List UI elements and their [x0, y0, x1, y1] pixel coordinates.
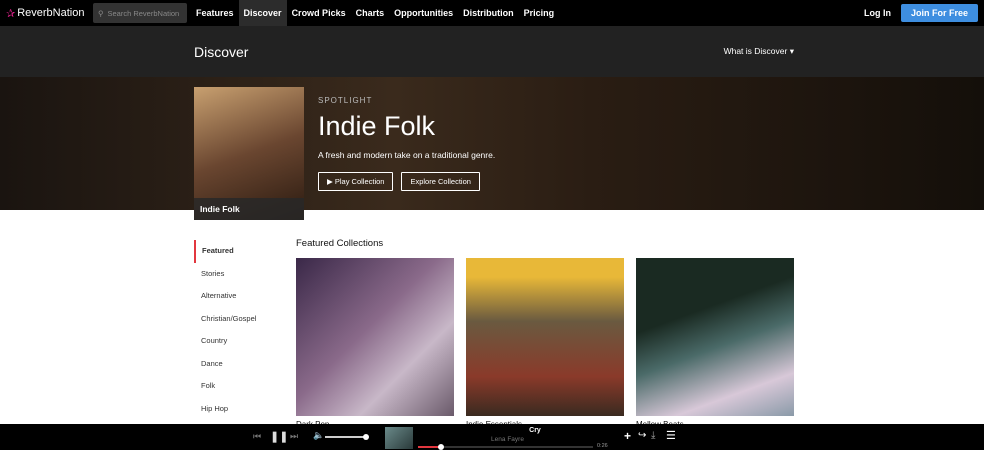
track-thumbnail: [385, 427, 413, 449]
nav-opportunities[interactable]: Opportunities: [389, 0, 458, 26]
eyebrow: SPOTLIGHT: [318, 96, 373, 105]
cover-label: Indie Folk: [194, 198, 304, 220]
share-icon[interactable]: ↪: [638, 430, 646, 441]
queue-menu-icon[interactable]: ☰: [666, 429, 676, 442]
collection-image: [636, 258, 794, 416]
sidebar-item-alternative[interactable]: Alternative: [194, 285, 284, 308]
collection-card[interactable]: Indie Essentials: [466, 258, 624, 429]
top-nav: ✰ ReverbNation ⚲ Search ReverbNation Featu…: [0, 0, 984, 26]
nav-crowd-picks[interactable]: Crowd Picks: [287, 0, 351, 26]
spotlight-cover[interactable]: Indie Folk: [194, 87, 304, 220]
sidebar-item-country[interactable]: Country: [194, 330, 284, 353]
play-icon: ▶: [327, 177, 335, 186]
nav-distribution[interactable]: Distribution: [458, 0, 519, 26]
sidebar-item-dance[interactable]: Dance: [194, 353, 284, 376]
star-icon: ✰: [6, 7, 16, 20]
track-title: Cry: [529, 427, 541, 434]
progress-handle[interactable]: [437, 444, 444, 450]
collection-card[interactable]: Mellow Beats: [636, 258, 794, 429]
progress-fill: [418, 444, 444, 450]
audio-player: ⏮ ❚❚ ⏭ 🔈 Cry Lena Fayre 0:26 + ↪ ⤓ ☰: [0, 424, 984, 450]
genre-sidebar: Featured Stories Alternative Christian/G…: [194, 240, 284, 420]
nav-discover[interactable]: Discover: [238, 0, 287, 26]
brand-name: ReverbNation: [17, 7, 85, 19]
volume-handle[interactable]: [363, 434, 369, 440]
search-placeholder: Search ReverbNation: [107, 8, 180, 18]
volume-icon[interactable]: 🔈: [313, 430, 324, 441]
sidebar-item-featured[interactable]: Featured: [194, 240, 284, 263]
add-icon[interactable]: +: [624, 429, 631, 443]
nav-features[interactable]: Features: [191, 0, 239, 26]
sidebar-item-stories[interactable]: Stories: [194, 263, 284, 286]
download-icon[interactable]: ⤓: [651, 430, 655, 441]
page-title: Discover: [194, 43, 249, 60]
volume-slider[interactable]: [325, 434, 369, 440]
what-is-discover-dropdown[interactable]: What is Discover ▾: [724, 46, 794, 57]
collection-image: [466, 258, 624, 416]
featured-collections: Featured Collections Dark Pop Indie Esse…: [296, 238, 794, 429]
brand-logo[interactable]: ✰ ReverbNation: [0, 7, 93, 20]
caret-down-icon: ▾: [789, 46, 794, 56]
play-label: Play Collection: [334, 177, 385, 186]
join-button[interactable]: Join For Free: [900, 4, 978, 22]
track-artist: Lena Fayre: [491, 436, 524, 443]
search-icon: ⚲: [98, 8, 104, 18]
play-collection-button[interactable]: ▶ Play Collection: [318, 172, 394, 191]
login-link[interactable]: Log In: [864, 8, 891, 18]
collection-card[interactable]: Dark Pop: [296, 258, 454, 429]
subheader: Discover What is Discover ▾: [0, 26, 984, 77]
sidebar-item-folk[interactable]: Folk: [194, 375, 284, 398]
nav-pricing[interactable]: Pricing: [519, 0, 560, 26]
nav-charts[interactable]: Charts: [351, 0, 390, 26]
hero-description: A fresh and modern take on a traditional…: [318, 150, 496, 160]
elapsed-time: 0:26: [597, 443, 608, 449]
next-icon[interactable]: ⏭: [290, 431, 298, 442]
hero-title: Indie Folk: [318, 111, 436, 141]
sidebar-item-hip-hop[interactable]: Hip Hop: [194, 398, 284, 421]
pause-icon[interactable]: ❚❚: [270, 430, 288, 443]
section-heading: Featured Collections: [296, 238, 384, 249]
explore-collection-button[interactable]: Explore Collection: [401, 172, 480, 191]
search-input[interactable]: ⚲ Search ReverbNation: [93, 3, 187, 23]
progress-bar[interactable]: [418, 444, 593, 450]
collection-image: [296, 258, 454, 416]
what-label: What is Discover: [723, 46, 788, 56]
previous-icon[interactable]: ⏮: [253, 431, 261, 442]
sidebar-item-christian-gospel[interactable]: Christian/Gospel: [194, 308, 284, 331]
spotlight-hero: Indie Folk SPOTLIGHT Indie Folk A fresh …: [0, 77, 984, 220]
